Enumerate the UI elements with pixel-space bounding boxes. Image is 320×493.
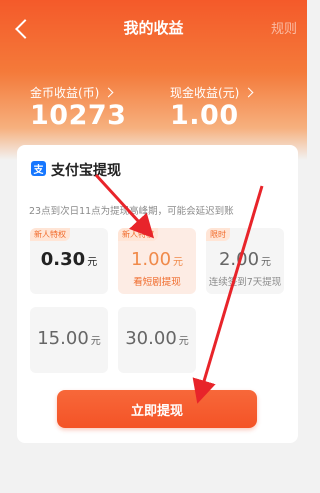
- option-amount-unit: 元: [87, 257, 98, 268]
- rules-link[interactable]: 规则: [271, 18, 297, 37]
- option-amount-value: 1.00: [130, 249, 172, 270]
- option-badge: 新人特权: [30, 228, 70, 241]
- option-amount: 2.00 元: [206, 249, 284, 270]
- withdraw-option-30-00[interactable]: 30.00 元: [118, 307, 196, 373]
- coin-earnings-label-text: 金币收益(币): [30, 86, 100, 100]
- option-amount: 0.30 元: [30, 249, 108, 270]
- cash-earnings-label-text: 现金收益(元): [170, 86, 240, 100]
- option-amount-unit: 元: [173, 257, 184, 268]
- option-subtitle: 看短剧提现: [133, 277, 181, 288]
- option-amount-value: 0.30: [40, 249, 86, 270]
- chevron-right-icon: [243, 87, 254, 98]
- withdraw-option-1-00[interactable]: 新人特权 1.00 元 看短剧提现: [118, 228, 196, 294]
- page-title: 我的收益: [123, 19, 184, 37]
- alipay-withdraw-title: 支付宝提现: [51, 163, 121, 179]
- withdraw-option-15-00[interactable]: 15.00 元: [30, 307, 108, 373]
- option-amount-value: 2.00: [218, 249, 260, 270]
- coin-earnings-value: 10273: [30, 100, 127, 131]
- withdraw-option-0-30[interactable]: 新人特权 0.30 元: [30, 228, 108, 294]
- option-subtitle: 连续签到7天提现: [208, 277, 282, 288]
- option-amount: 15.00 元: [30, 328, 108, 349]
- option-amount-value: 15.00: [37, 328, 89, 349]
- withdraw-now-button[interactable]: 立即提现: [57, 390, 257, 428]
- option-badge: 限时: [206, 228, 230, 241]
- withdraw-option-2-00[interactable]: 限时 2.00 元 连续签到7天提现: [206, 228, 284, 294]
- withdraw-card: 支 支付宝提现 23点到次日11点为提现高峰期，可能会延迟到账 新人特权 0.3…: [17, 145, 298, 443]
- option-amount-unit: 元: [178, 336, 189, 347]
- option-amount: 1.00 元: [118, 249, 196, 270]
- option-badge: 新人特权: [118, 228, 158, 241]
- option-amount: 30.00 元: [118, 328, 196, 349]
- option-amount-unit: 元: [90, 336, 101, 347]
- chevron-right-icon: [103, 87, 114, 98]
- option-amount-value: 30.00: [125, 328, 177, 349]
- cash-earnings-label[interactable]: 现金收益(元): [170, 84, 254, 101]
- cash-earnings-value: 1.00: [170, 100, 239, 131]
- option-amount-unit: 元: [261, 257, 272, 268]
- peak-time-notice: 23点到次日11点为提现高峰期，可能会延迟到账: [29, 206, 234, 217]
- coin-earnings-label[interactable]: 金币收益(币): [30, 84, 114, 101]
- alipay-icon: 支: [31, 161, 46, 176]
